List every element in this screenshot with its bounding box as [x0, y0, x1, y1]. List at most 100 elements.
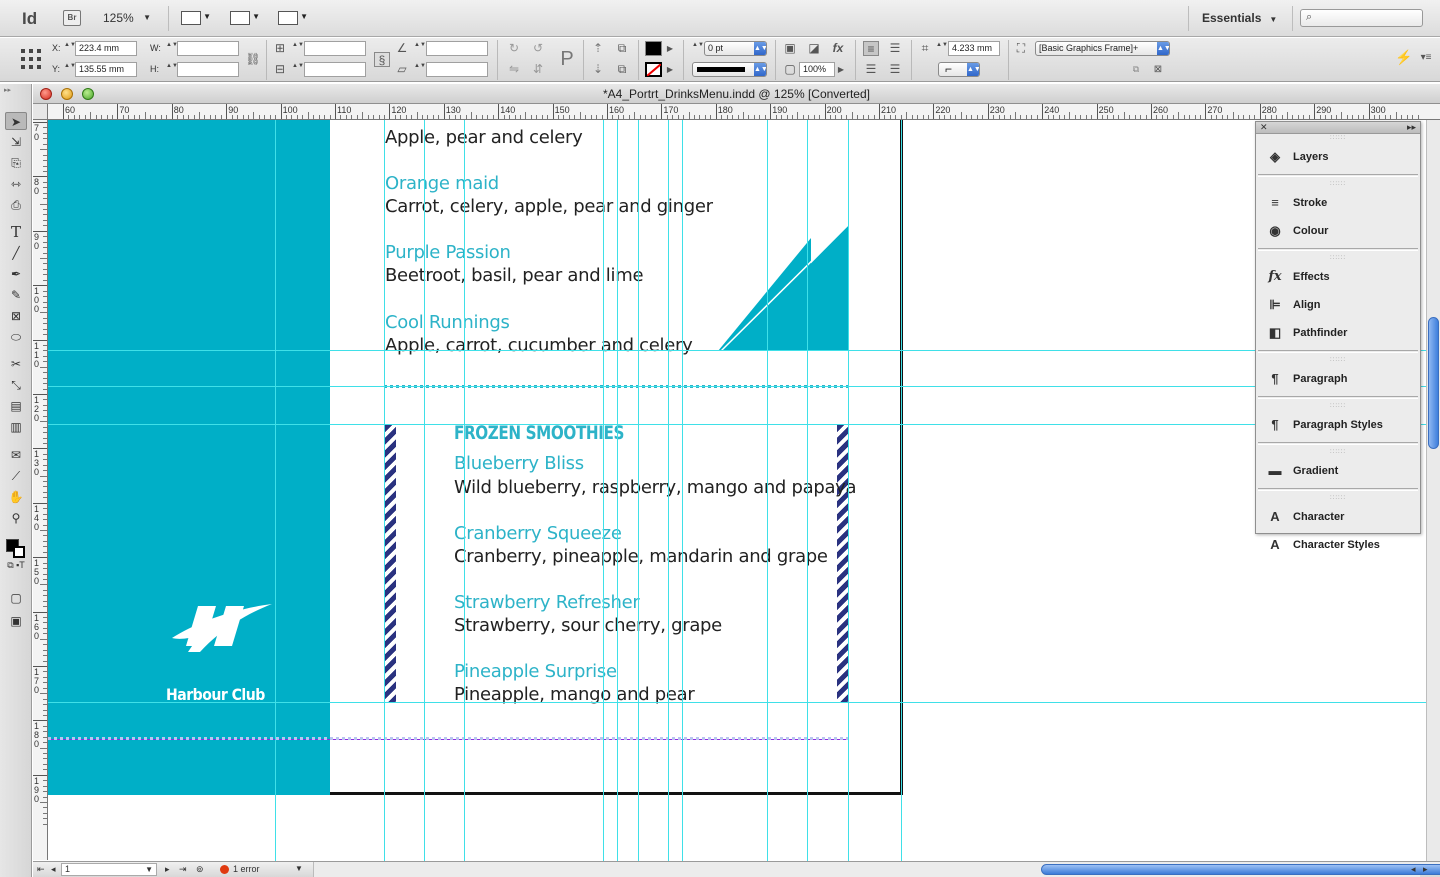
menu-item-desc[interactable]: Carrot, celery, apple, pear and ginger — [385, 196, 713, 217]
gradient-feather-tool-icon[interactable]: ▥ — [5, 418, 27, 436]
rotation-angle-field[interactable] — [426, 41, 488, 56]
opacity-field[interactable]: 100% — [799, 62, 835, 77]
stroke-weight-select[interactable]: 0 pt ▲▼ — [704, 41, 767, 56]
line-tool-icon[interactable]: ╱ — [5, 244, 27, 262]
menu-item-desc[interactable]: Wild blueberry, raspberry, mango and pap… — [454, 477, 857, 498]
ruler-guide[interactable] — [275, 120, 276, 861]
text-wrap-none-icon[interactable]: ≡ — [863, 41, 879, 56]
horizontal-scrollbar[interactable] — [313, 862, 1440, 877]
panel-group-grip[interactable]: :::::: — [1256, 180, 1420, 189]
height-field[interactable] — [177, 62, 239, 77]
panel-dock-header[interactable]: ✕ ▸▸ — [1256, 122, 1420, 134]
panel-item-gradient[interactable]: ▬ Gradient — [1256, 457, 1420, 485]
scissors-tool-icon[interactable]: ✂ — [5, 355, 27, 373]
panel-group-grip[interactable]: :::::: — [1256, 494, 1420, 503]
panel-item-effects[interactable]: fx Effects — [1256, 263, 1420, 291]
x-stepper[interactable]: ▲▼ — [64, 42, 76, 56]
ruler-origin[interactable] — [33, 104, 48, 120]
panel-group-grip[interactable]: :::::: — [1256, 254, 1420, 263]
ruler-guide[interactable] — [424, 120, 425, 861]
close-icon[interactable]: ✕ — [1260, 122, 1268, 132]
menu-item-title[interactable]: Purple Passion — [385, 242, 511, 263]
panel-item-character-styles[interactable]: A Character Styles — [1256, 531, 1420, 559]
first-page-icon[interactable]: ⇤ — [37, 864, 45, 875]
panel-item-character[interactable]: A Character — [1256, 503, 1420, 531]
ruler-guide[interactable] — [807, 120, 808, 861]
panel-item-paragraph[interactable]: ¶ Paragraph — [1256, 365, 1420, 393]
scroll-left-icon[interactable]: ◂ — [1411, 864, 1416, 875]
y-stepper[interactable]: ▲▼ — [64, 63, 76, 77]
pencil-tool-icon[interactable]: ✎ — [5, 286, 27, 304]
previous-page-icon[interactable]: ◂ — [51, 864, 56, 875]
section-heading[interactable]: FROZEN SMOOTHIES — [454, 422, 624, 444]
ruler-guide[interactable] — [682, 120, 683, 861]
panel-item-pathfinder[interactable]: ◧ Pathfinder — [1256, 319, 1420, 347]
reference-point-icon[interactable] — [20, 48, 42, 70]
horizontal-ruler[interactable]: 60 70 80 90 100 110 120 130 140 150 160 170 180 190 20… — [48, 104, 1440, 120]
corner-shape-select[interactable]: ⌐ ▲▼ — [938, 62, 980, 77]
preflight-profile-icon[interactable]: ⊚ — [196, 864, 204, 875]
panel-item-layers[interactable]: ◈ Layers — [1256, 143, 1420, 171]
panel-item-colour[interactable]: ◉ Colour — [1256, 217, 1420, 245]
panel-group-grip[interactable]: :::::: — [1256, 134, 1420, 143]
ruler-guide[interactable] — [668, 120, 669, 861]
menu-item-desc[interactable]: Cranberry, pineapple, mandarin and grape — [454, 546, 828, 567]
flip-vertical-icon[interactable]: ⇵ — [530, 62, 546, 77]
x-position-field[interactable]: 223.4 mm — [75, 41, 137, 56]
workspace-switcher[interactable]: Essentials ▼ — [1202, 11, 1277, 25]
text-wrap-shape-icon[interactable]: ☰ — [863, 62, 879, 77]
rectangle-frame-tool-icon[interactable]: ⊠ — [5, 307, 27, 325]
page-number-field[interactable]: 1 ▼ — [61, 863, 157, 876]
panel-menu-icon[interactable]: ▾≡ — [1418, 50, 1434, 65]
ruler-guide[interactable] — [767, 120, 768, 861]
panel-item-align[interactable]: ⊫ Align — [1256, 291, 1420, 319]
last-page-icon[interactable]: ⇥ — [179, 864, 187, 875]
menu-item-title[interactable]: Cranberry Squeeze — [454, 523, 622, 544]
select-next-icon[interactable]: ⧉ — [614, 62, 630, 77]
page-tool-icon[interactable]: ⎘ — [5, 154, 27, 172]
select-container-icon[interactable]: ⇡ — [590, 41, 606, 56]
fill-arrow-icon[interactable]: ▶ — [665, 41, 675, 56]
zoom-tool-icon[interactable]: ⚲ — [5, 509, 27, 527]
panel-item-paragraph-styles[interactable]: ¶ Paragraph Styles — [1256, 411, 1420, 439]
tools-collapse-icon[interactable]: ▸▸ — [4, 86, 11, 94]
menu-item-desc[interactable]: Apple, pear and celery — [385, 127, 583, 148]
search-input[interactable]: ⌕ — [1300, 9, 1423, 27]
stroke-swatch[interactable] — [645, 62, 662, 77]
default-colors-icon[interactable]: ⧉ ▪T — [5, 556, 27, 574]
menu-item-title[interactable]: Pineapple Surprise — [454, 661, 617, 682]
expand-panels-icon[interactable]: ▸▸ — [1407, 122, 1416, 133]
opacity-arrow-icon[interactable]: ▶ — [835, 62, 847, 77]
next-page-icon[interactable]: ▸ — [165, 864, 170, 875]
select-previous-icon[interactable]: ⧉ — [614, 41, 630, 56]
preflight-menu-icon[interactable]: ▼ — [295, 864, 303, 873]
scale-y-stepper[interactable]: ▲▼ — [292, 63, 304, 77]
direct-selection-tool-icon[interactable]: ⇲ — [5, 133, 27, 151]
rotate-stepper[interactable]: ▲▼ — [414, 42, 426, 56]
normal-view-mode-icon[interactable]: ▢ — [5, 589, 27, 607]
preview-mode-icon[interactable]: ▣ — [5, 612, 27, 630]
type-tool-icon[interactable]: T — [5, 223, 27, 241]
y-position-field[interactable]: 135.55 mm — [75, 62, 137, 77]
ruler-guide[interactable] — [901, 120, 902, 861]
link-scale-icon[interactable]: § — [374, 52, 390, 67]
ruler-guide[interactable] — [48, 350, 1426, 351]
text-wrap-jump-icon[interactable]: ☰ — [887, 62, 903, 77]
ruler-guide[interactable] — [48, 424, 1426, 425]
menu-item-desc[interactable]: Apple, carrot, cucumber and celery — [385, 335, 693, 356]
note-tool-icon[interactable]: ✉ — [5, 446, 27, 464]
harbour-club-logo[interactable] — [170, 600, 274, 672]
fill-swatch[interactable] — [645, 41, 662, 56]
screen-mode-button[interactable]: ▼ — [228, 10, 262, 27]
ruler-guide[interactable] — [464, 120, 465, 861]
ruler-guide[interactable] — [617, 120, 618, 861]
right-stripe-border[interactable] — [837, 425, 848, 702]
hand-tool-icon[interactable]: ✋ — [5, 488, 27, 506]
flip-horizontal-icon[interactable]: ⇋ — [506, 62, 522, 77]
ruler-guide[interactable] — [848, 120, 849, 861]
menu-item-title[interactable]: Orange maid — [385, 173, 499, 194]
constrain-proportions-icon[interactable]: ⛓ — [245, 52, 261, 67]
panel-group-grip[interactable]: :::::: — [1256, 448, 1420, 457]
free-transform-tool-icon[interactable]: ⤡ — [5, 376, 27, 394]
menu-item-title[interactable]: Blueberry Bliss — [454, 453, 584, 474]
